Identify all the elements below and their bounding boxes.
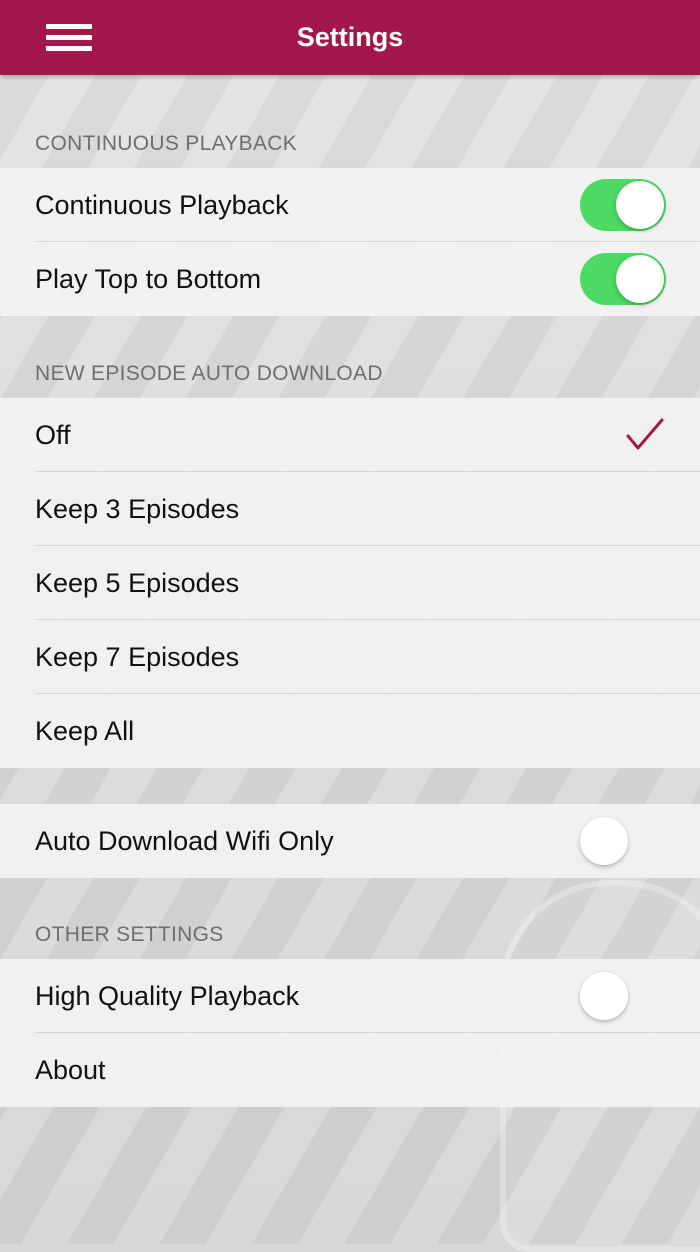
group-continuous-playback: Continuous Playback Play Top to Bottom — [0, 168, 700, 316]
row-label: Play Top to Bottom — [35, 264, 262, 294]
group-other-settings: High Quality Playback About — [0, 959, 700, 1107]
row-label: Auto Download Wifi Only — [35, 826, 334, 856]
high-quality-playback-toggle[interactable] — [580, 970, 666, 1022]
row-label: Off — [35, 420, 71, 450]
row-label: Continuous Playback — [35, 190, 289, 220]
row-label: High Quality Playback — [35, 981, 300, 1011]
option-keep-3-episodes[interactable]: Keep 3 Episodes — [0, 472, 700, 546]
row-continuous-playback: Continuous Playback — [0, 168, 700, 242]
toggle-knob — [616, 181, 664, 229]
option-off[interactable]: Off — [0, 398, 700, 472]
page-title: Settings — [296, 22, 404, 52]
group-auto-download: Off Keep 3 Episodes Keep 5 Episodes Keep… — [0, 398, 700, 768]
row-high-quality-playback: High Quality Playback — [0, 959, 700, 1033]
continuous-playback-toggle[interactable] — [580, 179, 666, 231]
option-keep-5-episodes[interactable]: Keep 5 Episodes — [0, 546, 700, 620]
row-label: Keep 7 Episodes — [35, 642, 240, 672]
checkmark-icon — [626, 418, 664, 450]
row-about[interactable]: About — [0, 1033, 700, 1107]
option-keep-7-episodes[interactable]: Keep 7 Episodes — [0, 620, 700, 694]
row-label: Keep 5 Episodes — [35, 568, 240, 598]
group-wifi: Auto Download Wifi Only — [0, 804, 700, 878]
section-header-auto-download: NEW EPISODE AUTO DOWNLOAD — [35, 362, 383, 385]
navigation-bar: Settings — [0, 0, 700, 75]
row-label: Keep 3 Episodes — [35, 494, 240, 524]
toggle-knob — [580, 972, 628, 1020]
toggle-knob — [580, 817, 628, 865]
option-keep-all[interactable]: Keep All — [0, 694, 700, 768]
toggle-knob — [616, 255, 664, 303]
auto-download-wifi-only-toggle[interactable] — [580, 815, 666, 867]
play-top-to-bottom-toggle[interactable] — [580, 253, 666, 305]
section-header-continuous-playback: CONTINUOUS PLAYBACK — [35, 132, 298, 155]
row-label: Keep All — [35, 716, 135, 746]
row-play-top-to-bottom: Play Top to Bottom — [0, 242, 700, 316]
row-auto-download-wifi-only: Auto Download Wifi Only — [0, 804, 700, 878]
row-label: About — [35, 1055, 106, 1085]
section-header-other-settings: OTHER SETTINGS — [35, 923, 224, 946]
